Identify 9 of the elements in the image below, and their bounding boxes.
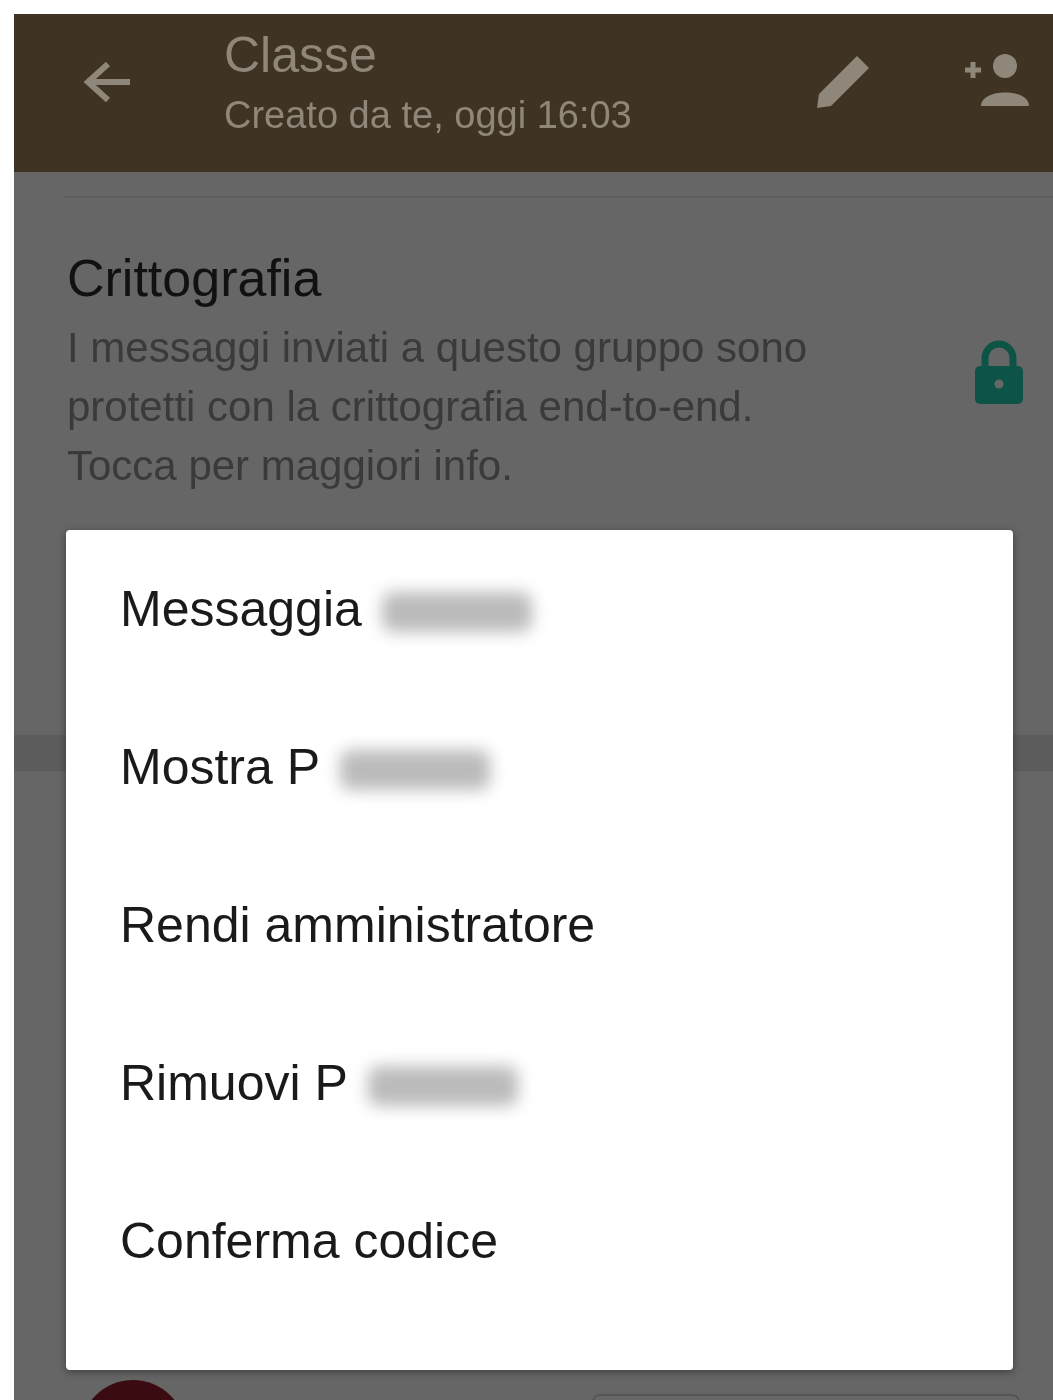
group-title: Classe [224,26,378,84]
menu-item[interactable]: Mostra P [66,732,1013,890]
encryption-title: Crittografia [67,248,323,308]
menu-item[interactable]: Messaggia [66,574,1013,732]
menu-item[interactable]: Rimuovi P [66,1048,1013,1206]
menu-item[interactable]: Rendi amministratore [66,890,1013,1048]
lock-icon [973,339,1025,404]
group-subtitle: Creato da te, oggi 16:03 [224,94,633,137]
menu-item[interactable]: Conferma codice [66,1206,1013,1364]
